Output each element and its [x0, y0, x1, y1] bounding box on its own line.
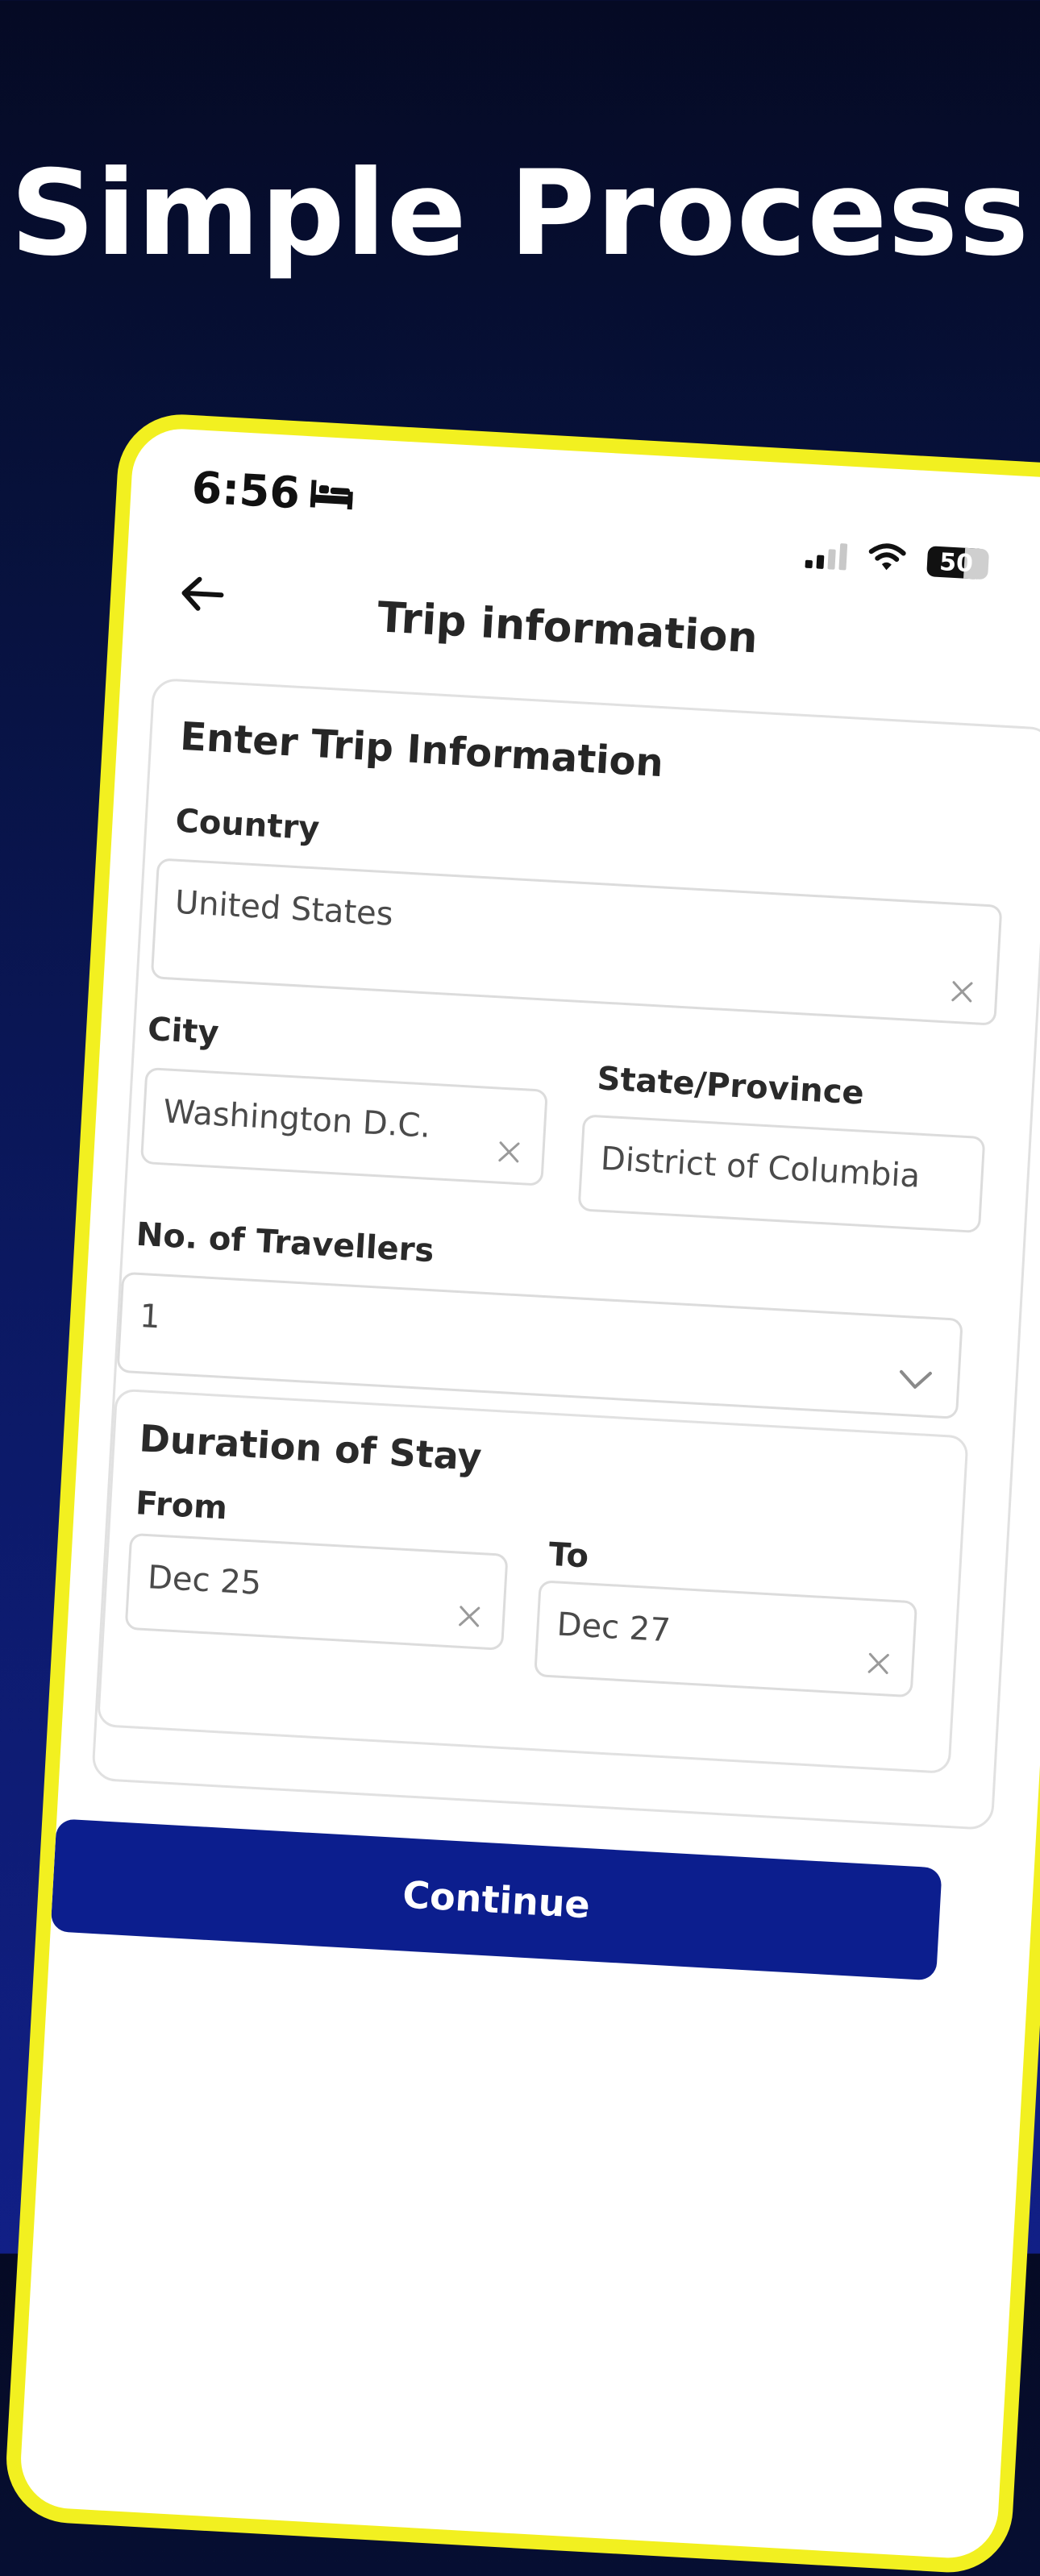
from-date-field[interactable]: Dec 25	[124, 1532, 509, 1651]
city-field[interactable]: Washington D.C.	[139, 1066, 548, 1186]
chevron-down-icon[interactable]	[897, 1367, 934, 1393]
clear-icon[interactable]	[456, 1604, 482, 1630]
signal-icon	[805, 541, 848, 571]
status-bar-right: 50	[805, 538, 990, 580]
from-date-value: Dec 25	[146, 1559, 263, 1602]
state-label: State/Province	[596, 1060, 865, 1112]
clear-icon[interactable]	[497, 1139, 522, 1165]
status-time: 6:56	[190, 462, 302, 519]
country-value: United States	[173, 883, 394, 933]
travellers-value: 1	[139, 1298, 162, 1336]
bed-icon	[308, 468, 356, 521]
clear-icon[interactable]	[950, 979, 976, 1005]
state-field[interactable]: District of Columbia	[577, 1114, 986, 1234]
status-bar-left: 6:56	[190, 462, 356, 521]
card-title: Enter Trip Information	[179, 713, 665, 787]
page-title: Trip information	[376, 593, 759, 663]
promo-headline: Simple Process	[10, 145, 1030, 282]
city-value: Washington D.C.	[162, 1093, 432, 1145]
travellers-label: No. of Travellers	[135, 1215, 435, 1270]
wifi-icon	[867, 542, 907, 576]
trip-info-card: Enter Trip Information Country United St…	[91, 677, 1040, 1831]
duration-card: Duration of Stay From Dec 25 To Dec 27	[96, 1388, 969, 1775]
city-label: City	[146, 1011, 220, 1052]
battery-icon: 50	[926, 546, 990, 580]
to-date-field[interactable]: Dec 27	[534, 1580, 918, 1698]
phone-screen: 6:56 50 Trip information Enter Trip Info…	[2, 411, 1040, 2576]
country-field[interactable]: United States	[150, 858, 1003, 1026]
clear-icon[interactable]	[866, 1651, 892, 1676]
country-label: Country	[174, 802, 321, 848]
duration-title: Duration of Stay	[138, 1416, 483, 1479]
continue-button[interactable]: Continue	[50, 1818, 942, 1981]
to-date-value: Dec 27	[555, 1606, 672, 1650]
from-label: From	[135, 1485, 229, 1527]
state-value: District of Columbia	[599, 1140, 921, 1195]
to-label: To	[547, 1535, 590, 1576]
battery-level: 50	[938, 547, 974, 578]
